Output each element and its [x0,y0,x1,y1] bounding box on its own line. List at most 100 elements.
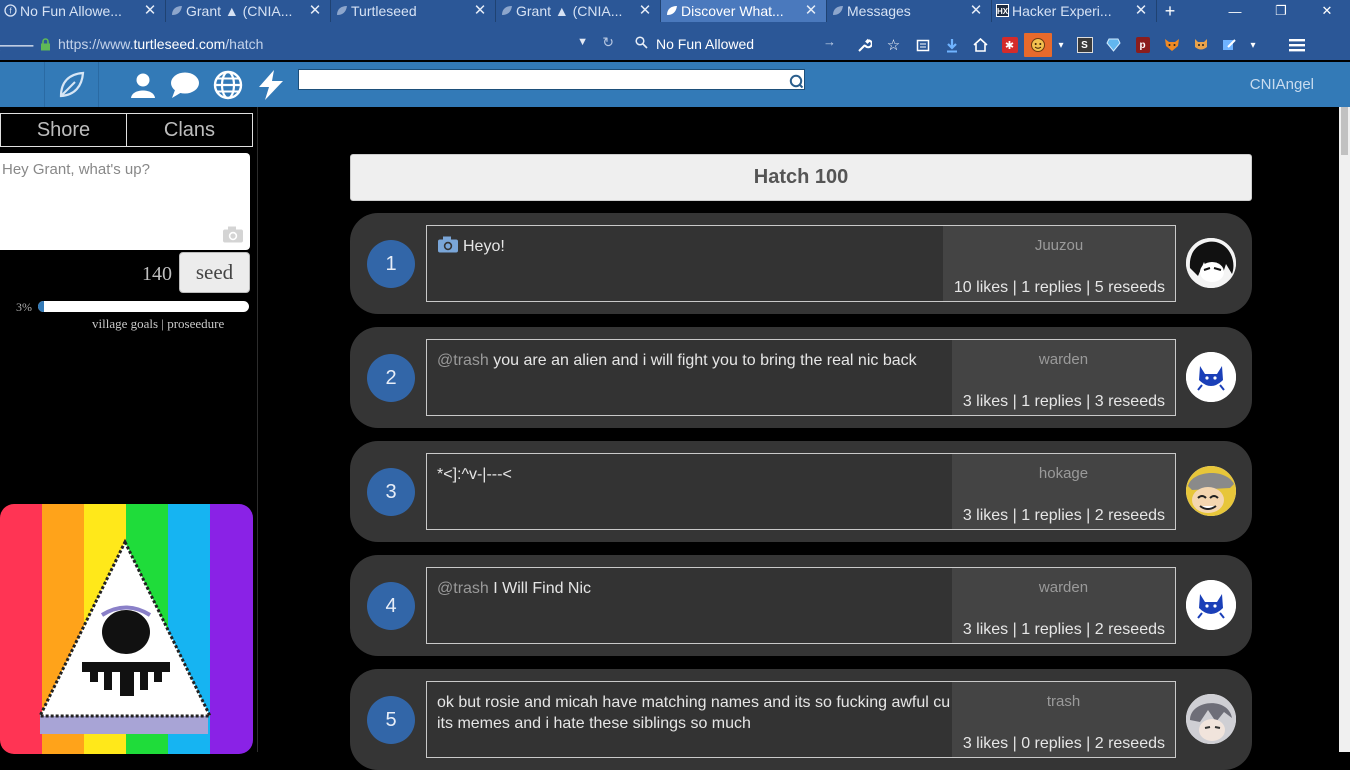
close-icon[interactable]: ✕ [308,0,322,22]
post-item[interactable]: 2 @trash you are an alien and i will fig… [350,327,1252,428]
diamond-icon[interactable] [1099,33,1128,57]
post-stats[interactable]: 3 likes | 1 replies | 2 reseeds [963,621,1165,639]
browser-tab[interactable]: Messages ✕ [827,0,992,22]
chevron-down-icon[interactable]: ▾ [1244,33,1262,57]
clipboard-icon[interactable] [908,33,937,57]
avatar[interactable] [1186,580,1236,630]
arrow-right-icon[interactable]: → [823,34,836,49]
post-mention[interactable]: @trash [437,352,489,369]
avatar[interactable] [1186,694,1236,744]
post-author[interactable]: Juuzou [943,237,1175,254]
chevron-down-icon[interactable]: ▾ [1052,33,1070,57]
username-link[interactable]: CNIAngel [1250,76,1314,93]
avatar[interactable] [1186,466,1236,516]
post-author[interactable]: trash [952,693,1175,710]
close-icon[interactable]: ✕ [804,0,818,22]
camera-icon[interactable] [222,226,244,243]
fox-icon[interactable] [1157,33,1186,57]
scrollbar-thumb[interactable] [1341,107,1348,155]
post-item[interactable]: 3 *<]:^v-|---< hokage 3 likes | 1 replie… [350,441,1252,542]
post-text: Heyo! [463,238,505,255]
url-bar[interactable]: https://www. turtleseed.com/hatch ▼ ↻ [34,32,626,56]
globe-icon[interactable] [211,69,245,101]
post-author[interactable]: warden [952,351,1175,368]
reload-icon[interactable]: ↻ [602,34,614,51]
url-path: /hatch [225,36,264,52]
chat-bubble-icon[interactable] [168,69,202,101]
leaf-icon [665,4,678,17]
site-header: CNIAngel [0,62,1350,107]
seed-button[interactable]: seed [179,252,250,293]
post-item[interactable]: 4 @trash I Will Find Nic warden 3 likes … [350,555,1252,656]
close-icon[interactable]: ✕ [143,0,157,22]
post-item[interactable]: 1 Heyo! Juuzou 10 likes | 1 replies | 5 … [350,213,1252,314]
browser-tab-active[interactable]: Discover What... ✕ [661,0,827,22]
extension-face-icon[interactable] [1024,33,1052,57]
minimize-icon[interactable]: — [1212,0,1258,22]
page-scrollbar[interactable] [1339,107,1350,752]
user-icon[interactable] [126,69,160,101]
post-composer [0,153,250,250]
post-card[interactable]: @trash you are an alien and i will fight… [426,339,1176,416]
lock-icon [38,37,52,51]
avatar[interactable] [1186,352,1236,402]
close-icon[interactable]: ✕ [638,0,652,22]
post-card[interactable]: Heyo! Juuzou 10 likes | 1 replies | 5 re… [426,225,1176,302]
sidebar: Shore Clans 140 seed 3% village goals | … [0,107,258,754]
post-stats[interactable]: 10 likes | 1 replies | 5 reseeds [954,279,1165,297]
hamburger-menu-icon[interactable] [1282,33,1311,57]
post-mention[interactable]: @trash [437,580,489,597]
post-text: you are an alien and i will fight you to… [488,352,917,369]
post-stats[interactable]: 3 likes | 1 replies | 2 reseeds [963,507,1165,525]
tab-title: Turtleseed [351,3,417,19]
post-stats[interactable]: 3 likes | 1 replies | 3 reseeds [963,393,1165,411]
post-text: *<]:^v-|---< [437,466,512,483]
site-search-input[interactable] [298,69,805,90]
maximize-icon[interactable]: ❐ [1258,0,1304,22]
edit-icon[interactable] [1215,33,1244,57]
search-icon [632,36,650,52]
leaf-logo-icon[interactable] [44,62,99,107]
home-icon[interactable] [966,33,995,57]
browser-tab[interactable]: Turtleseed ✕ [331,0,496,22]
camera-icon[interactable] [437,236,459,259]
new-tab-button[interactable]: + [1157,0,1183,22]
download-icon[interactable] [937,33,966,57]
avatar[interactable] [1186,238,1236,288]
wrench-icon[interactable] [850,33,879,57]
post-composer-input[interactable] [0,153,250,250]
browser-tab[interactable]: Grant ▲ (CNIA... ✕ [166,0,331,22]
close-icon[interactable]: ✕ [969,0,983,22]
tab-shore[interactable]: Shore [1,114,126,146]
lightning-icon[interactable] [254,69,288,101]
post-item[interactable]: 5 ok but rosie and micah have matching n… [350,669,1252,770]
back-arrow-icon[interactable]: 🡐 [0,31,35,59]
post-card[interactable]: @trash I Will Find Nic warden 3 likes | … [426,567,1176,644]
post-author[interactable]: hokage [952,465,1175,482]
post-author[interactable]: warden [952,579,1175,596]
search-icon[interactable] [789,74,804,89]
tab-clans[interactable]: Clans [126,114,252,146]
post-stats[interactable]: 3 likes | 0 replies | 2 reseeds [963,735,1165,753]
extension-p-icon[interactable]: p [1128,33,1157,57]
star-icon[interactable]: ☆ [879,33,908,57]
close-icon[interactable]: ✕ [473,0,487,22]
browser-tab[interactable]: f No Fun Allowe... ✕ [0,0,166,22]
browser-tab[interactable]: Grant ▲ (CNIA... ✕ [496,0,661,22]
post-meta: warden 3 likes | 1 replies | 2 reseeds [952,568,1175,643]
post-card[interactable]: *<]:^v-|---< hokage 3 likes | 1 replies … [426,453,1176,530]
svg-text:HX: HX [997,7,1009,16]
extension-red-icon[interactable]: ✱ [995,33,1024,57]
post-card[interactable]: ok but rosie and micah have matching nam… [426,681,1176,758]
browser-search-bar[interactable]: No Fun Allowed → [632,32,838,56]
proseedure-link[interactable]: proseedure [167,316,224,331]
browser-tab[interactable]: HX Hacker Experi... ✕ [992,0,1157,22]
tab-title: Hacker Experi... [1012,3,1112,19]
close-window-icon[interactable]: ✕ [1304,0,1350,22]
village-goals-link[interactable]: village goals [92,316,158,331]
extension-s-icon[interactable]: S [1070,33,1099,57]
window-controls: — ❐ ✕ [1212,0,1350,22]
close-icon[interactable]: ✕ [1134,0,1148,22]
cat-icon[interactable] [1186,33,1215,57]
chevron-down-icon[interactable]: ▼ [577,36,588,48]
